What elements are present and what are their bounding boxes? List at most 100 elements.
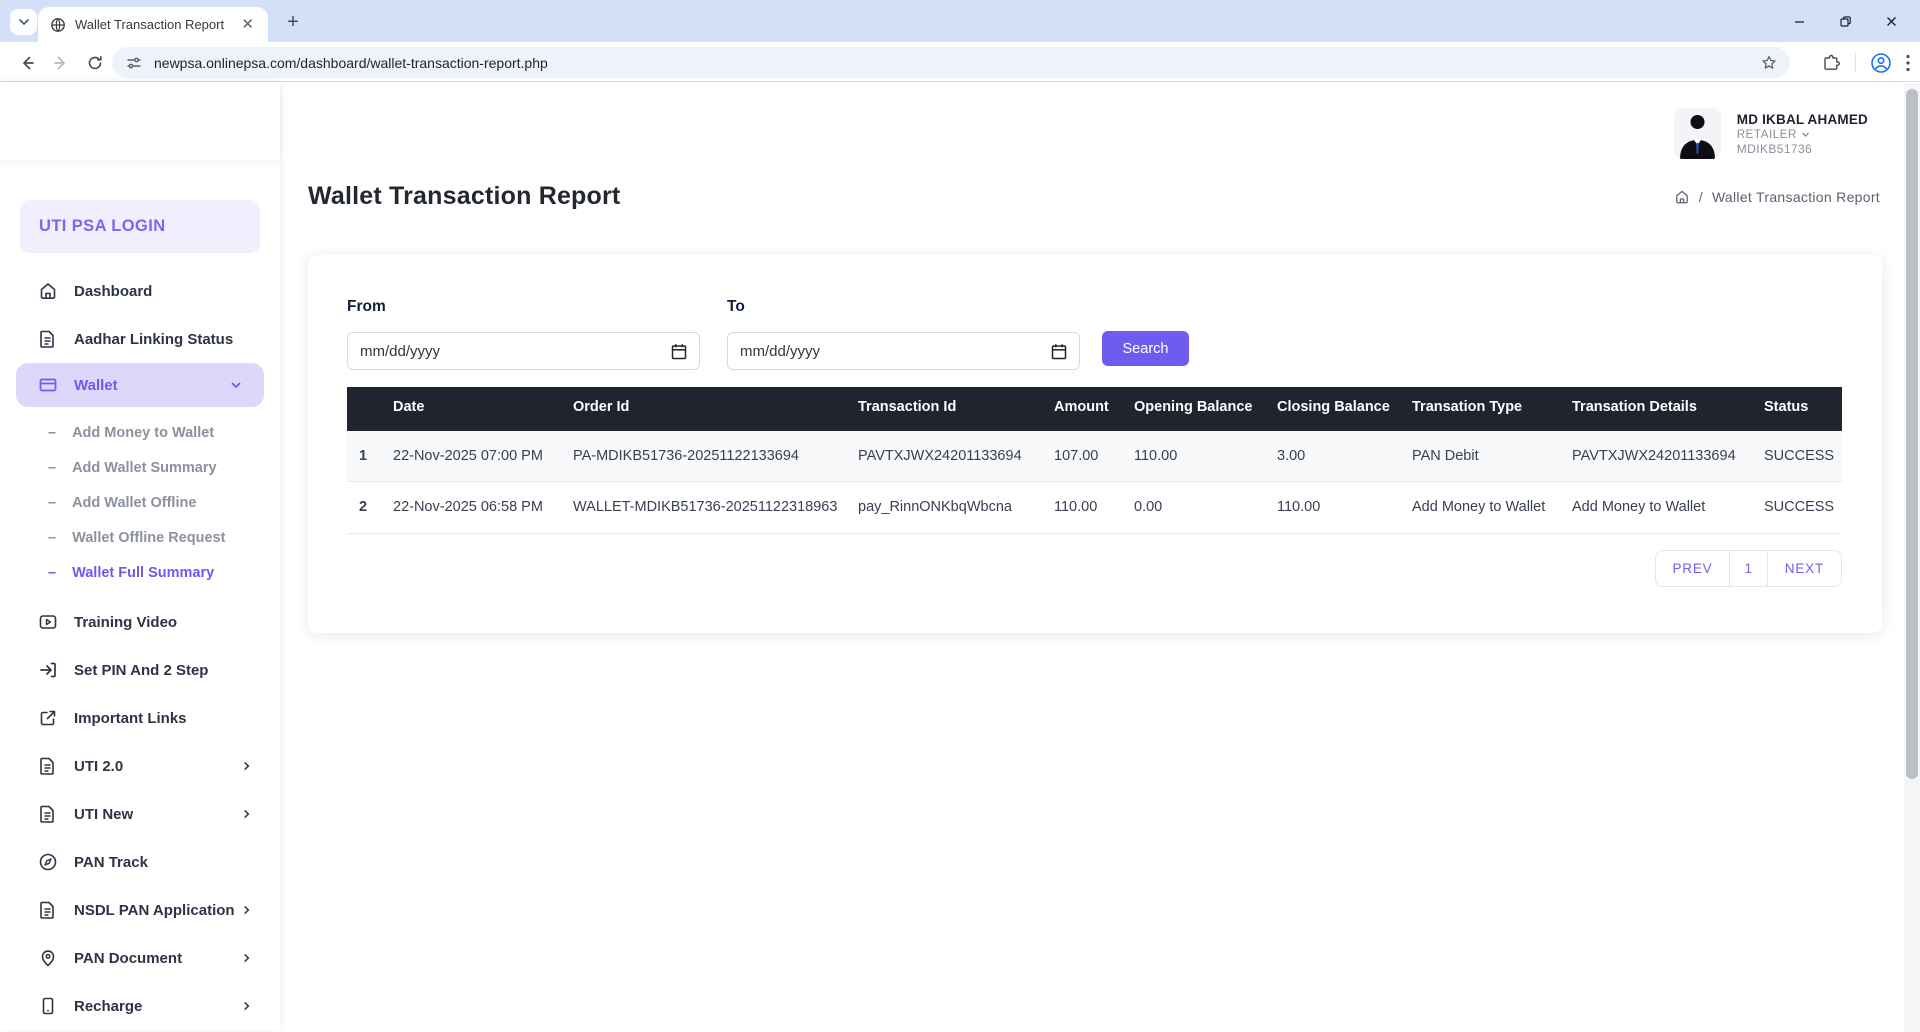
- cell-closing-balance: 110.00: [1269, 482, 1404, 533]
- kebab-menu-icon[interactable]: [1906, 54, 1910, 72]
- sidebar-item-uti-new[interactable]: UTI New: [0, 790, 280, 838]
- user-role[interactable]: RETAILER: [1737, 129, 1868, 141]
- next-page-button[interactable]: NEXT: [1768, 551, 1841, 586]
- col-amount: Amount: [1046, 387, 1126, 431]
- sidebar-subitem-label: Add Wallet Summary: [72, 460, 217, 476]
- tab-close-icon[interactable]: ✕: [237, 15, 258, 34]
- location-pin-icon: [38, 948, 58, 968]
- page-number-button[interactable]: 1: [1729, 551, 1767, 586]
- dash-icon: –: [48, 565, 56, 581]
- cell-transation-type: PAN Debit: [1404, 431, 1564, 482]
- sidebar-logo-area: [0, 82, 280, 160]
- profile-icon[interactable]: [1870, 52, 1892, 74]
- external-link-icon: [38, 708, 58, 728]
- user-name: MD IKBAL AHAMED: [1737, 112, 1868, 127]
- col-index: [347, 387, 385, 431]
- search-button[interactable]: Search: [1102, 331, 1189, 366]
- sidebar-item-uti-20[interactable]: UTI 2.0: [0, 742, 280, 790]
- sidebar-item-wallet[interactable]: Wallet: [16, 363, 264, 407]
- sidebar-subitem-wallet-full-summary[interactable]: – Wallet Full Summary: [0, 555, 280, 590]
- from-date-input[interactable]: mm/dd/yyyy: [347, 332, 700, 370]
- chevron-right-icon: [241, 1001, 252, 1012]
- tab-title: Wallet Transaction Report: [75, 17, 237, 32]
- sidebar-subitem-wallet-offline-request[interactable]: – Wallet Offline Request: [0, 520, 280, 555]
- document-icon: [38, 756, 58, 776]
- prev-page-button[interactable]: PREV: [1656, 551, 1730, 586]
- scrollbar-thumb[interactable]: [1906, 89, 1918, 779]
- sidebar-item-pan-document[interactable]: PAN Document: [0, 934, 280, 982]
- document-icon: [38, 900, 58, 920]
- chevron-down-icon: [230, 379, 242, 391]
- sidebar-subitem-add-money-to-wallet[interactable]: – Add Money to Wallet: [0, 415, 280, 450]
- home-icon: [38, 281, 58, 301]
- sidebar-item-pan-track[interactable]: PAN Track: [0, 838, 280, 886]
- close-window-button[interactable]: [1868, 0, 1914, 42]
- sidebar-subitem-add-wallet-offline[interactable]: – Add Wallet Offline: [0, 485, 280, 520]
- cell-transaction-id: PAVTXJWX24201133694: [850, 431, 1046, 482]
- col-transaction-id: Transaction Id: [850, 387, 1046, 431]
- sidebar: UTI PSA LOGIN Dashboard Aadhar Linking S…: [0, 82, 280, 1031]
- sidebar-item-recharge[interactable]: Recharge: [0, 982, 280, 1030]
- cell-order-id: WALLET-MDIKB51736-20251122318963: [565, 482, 850, 533]
- toolbar-actions: [1822, 49, 1910, 77]
- wallet-icon: [38, 375, 58, 395]
- cell-amount: 110.00: [1046, 482, 1126, 533]
- cell-transation-details: Add Money to Wallet: [1564, 482, 1756, 533]
- sidebar-item-important-links[interactable]: Important Links: [0, 694, 280, 742]
- cell-opening-balance: 110.00: [1126, 431, 1269, 482]
- col-order-id: Order Id: [565, 387, 850, 431]
- browser-toolbar: newpsa.onlinepsa.com/dashboard/wallet-tr…: [0, 42, 1920, 82]
- sidebar-item-label: Recharge: [74, 998, 142, 1015]
- sidebar-item-label: NSDL PAN Application: [74, 902, 235, 919]
- sidebar-item-label: Dashboard: [74, 283, 152, 300]
- sidebar-item-dashboard[interactable]: Dashboard: [0, 267, 280, 315]
- bookmark-star-icon[interactable]: [1760, 54, 1778, 72]
- site-info-icon[interactable]: [126, 55, 142, 71]
- user-profile[interactable]: MD IKBAL AHAMED RETAILER MDIKB51736: [1674, 108, 1868, 159]
- sidebar-item-label: Wallet: [74, 377, 118, 394]
- extensions-icon[interactable]: [1822, 54, 1841, 73]
- sidebar-item-label: Training Video: [74, 614, 177, 631]
- col-status: Status: [1756, 387, 1842, 431]
- chevron-right-icon: [241, 905, 252, 916]
- dash-icon: –: [48, 530, 56, 546]
- cell-status: SUCCESS: [1756, 482, 1842, 533]
- page-scrollbar[interactable]: [1904, 83, 1920, 1032]
- dash-icon: –: [48, 425, 56, 441]
- to-date-input[interactable]: mm/dd/yyyy: [727, 332, 1080, 370]
- url-text[interactable]: newpsa.onlinepsa.com/dashboard/wallet-tr…: [154, 55, 1760, 71]
- sidebar-item-label: Aadhar Linking Status: [74, 331, 233, 348]
- chevron-right-icon: [241, 761, 252, 772]
- calendar-icon[interactable]: [1051, 343, 1067, 360]
- sidebar-item-label: PAN Track: [74, 854, 148, 871]
- restore-button[interactable]: [1822, 0, 1868, 42]
- minimize-button[interactable]: [1776, 0, 1822, 42]
- compass-icon: [38, 852, 58, 872]
- from-label: From: [347, 298, 700, 316]
- calendar-icon[interactable]: [671, 343, 687, 360]
- sidebar-item-set-pin[interactable]: Set PIN And 2 Step: [0, 646, 280, 694]
- address-bar[interactable]: newpsa.onlinepsa.com/dashboard/wallet-tr…: [112, 47, 1790, 78]
- sidebar-subitem-add-wallet-summary[interactable]: – Add Wallet Summary: [0, 450, 280, 485]
- cell-status: SUCCESS: [1756, 431, 1842, 482]
- reload-button[interactable]: [82, 50, 108, 76]
- transactions-table: Date Order Id Transaction Id Amount Open…: [347, 387, 1842, 534]
- sidebar-item-training-video[interactable]: Training Video: [0, 598, 280, 646]
- cell-index: 2: [347, 482, 385, 533]
- sidebar-item-aadhar-linking-status[interactable]: Aadhar Linking Status: [0, 315, 280, 363]
- browser-tab[interactable]: Wallet Transaction Report ✕: [38, 7, 268, 42]
- new-tab-button[interactable]: +: [280, 9, 306, 35]
- page-title: Wallet Transaction Report: [308, 182, 620, 211]
- login-arrow-icon: [38, 660, 58, 680]
- back-button[interactable]: [14, 50, 40, 76]
- globe-icon: [50, 17, 66, 33]
- tab-search-button[interactable]: [10, 9, 37, 35]
- cell-amount: 107.00: [1046, 431, 1126, 482]
- chevron-right-icon: [241, 953, 252, 964]
- to-label: To: [727, 298, 1080, 316]
- brand-badge: UTI PSA LOGIN: [20, 200, 260, 253]
- cell-opening-balance: 0.00: [1126, 482, 1269, 533]
- home-icon[interactable]: [1674, 189, 1690, 205]
- forward-button[interactable]: [48, 50, 74, 76]
- sidebar-item-nsdl-pan-application[interactable]: NSDL PAN Application: [0, 886, 280, 934]
